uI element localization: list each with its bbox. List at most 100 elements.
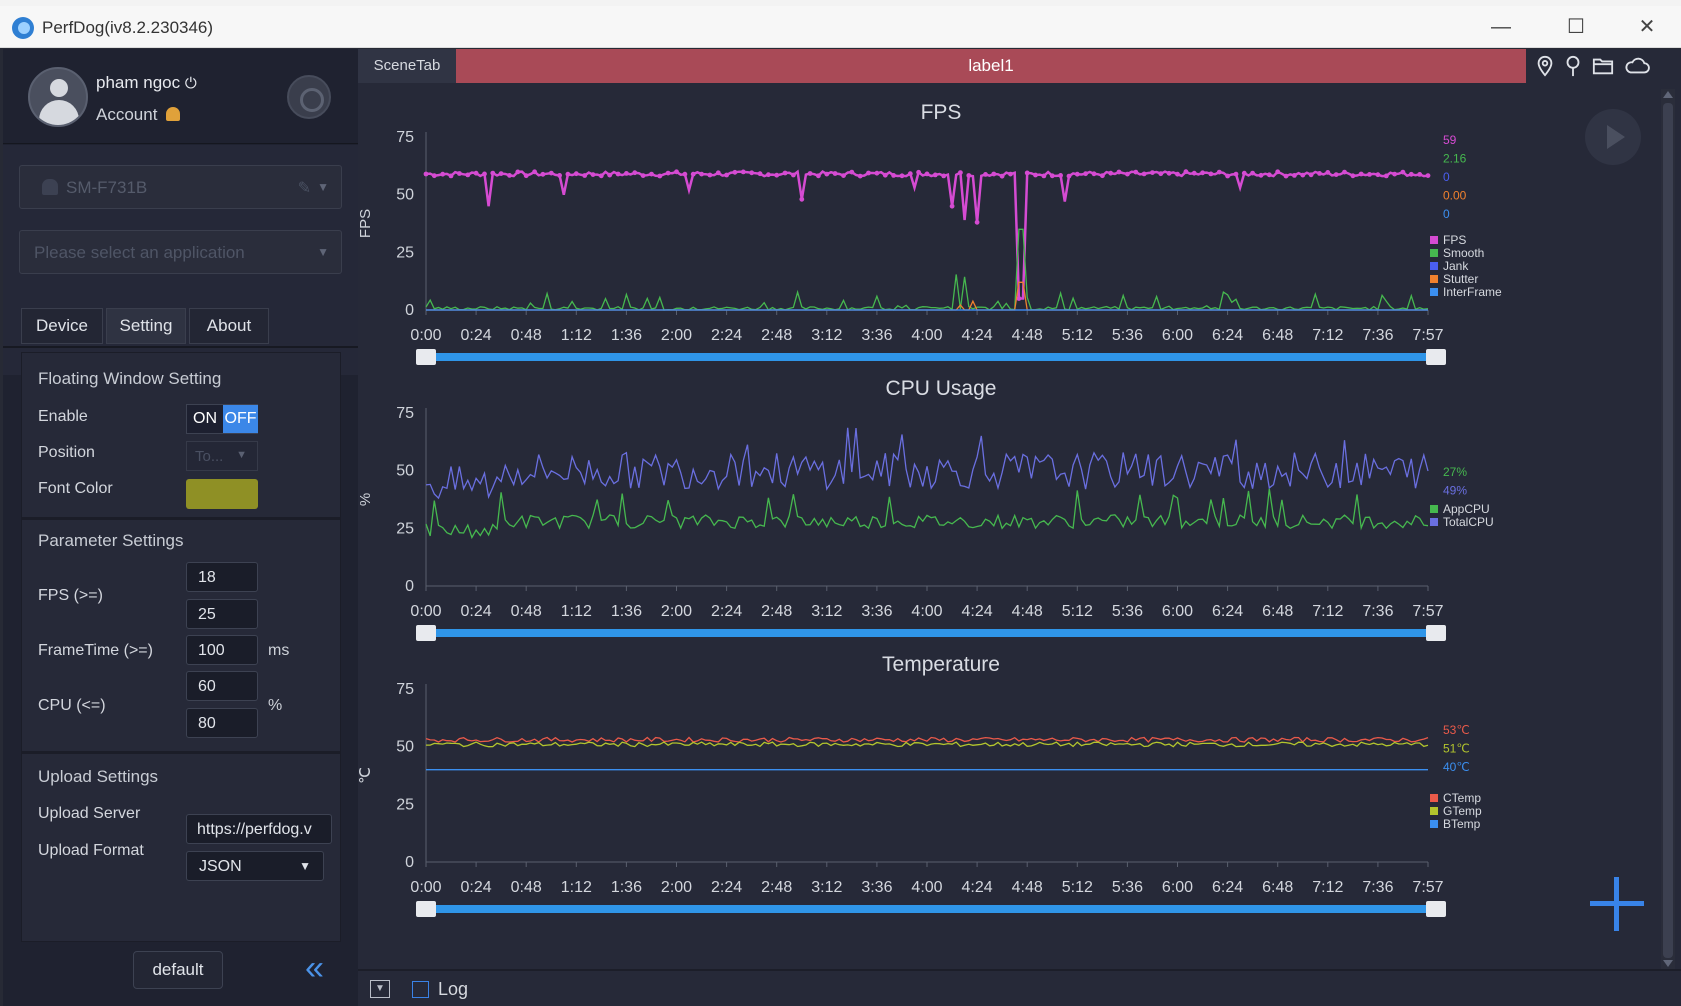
fps-point xyxy=(590,172,596,177)
pin-icon[interactable] xyxy=(1560,55,1586,79)
x-tick-label: 1:36 xyxy=(611,603,642,620)
fps-point xyxy=(1125,171,1130,177)
fps-point xyxy=(1400,169,1406,175)
fps-point xyxy=(899,173,905,179)
add-chart-button[interactable] xyxy=(1590,877,1644,931)
x-tick-label: 2:00 xyxy=(661,603,692,620)
default-button[interactable]: default xyxy=(133,951,223,989)
account-link[interactable]: Account xyxy=(96,105,181,125)
folder-icon[interactable] xyxy=(1590,55,1616,79)
toolbar xyxy=(1526,49,1681,83)
current-value: 51℃ xyxy=(1443,742,1470,756)
position-select[interactable]: To... ▼ xyxy=(186,441,258,471)
upload-server-input[interactable]: https://perfdog.v xyxy=(186,814,332,844)
upload-format-select[interactable]: JSON ▼ xyxy=(186,851,324,881)
fps-point xyxy=(740,169,746,175)
fps-point xyxy=(515,169,521,175)
power-icon[interactable]: ⏻ xyxy=(185,75,197,92)
fps-point xyxy=(674,169,679,175)
x-tick-label: 3:12 xyxy=(811,603,842,620)
cpu-threshold-1[interactable]: 60 xyxy=(186,671,258,701)
tab-setting[interactable]: Setting xyxy=(106,308,186,344)
avatar[interactable] xyxy=(28,67,88,127)
vertical-scrollbar[interactable] xyxy=(1661,89,1675,969)
fps-threshold-2[interactable]: 25 xyxy=(186,599,258,629)
play-button[interactable] xyxy=(1585,109,1641,165)
x-tick-label: 2:48 xyxy=(761,603,792,620)
fps-point xyxy=(607,172,613,178)
fps-point xyxy=(1325,170,1331,175)
record-button[interactable] xyxy=(287,75,331,119)
x-tick-label: 2:00 xyxy=(661,879,692,896)
fps-point xyxy=(473,170,479,176)
edit-icon[interactable]: ✎ xyxy=(298,178,311,198)
toggle-off[interactable]: OFF xyxy=(223,405,258,433)
legend-label: BTemp xyxy=(1443,817,1481,831)
fps-point xyxy=(624,171,629,176)
x-tick-label: 0:00 xyxy=(410,603,441,620)
tab-device[interactable]: Device xyxy=(21,308,103,344)
chevron-down-icon: ▼ xyxy=(317,245,329,259)
fps-point xyxy=(565,171,571,177)
tab-about[interactable]: About xyxy=(189,308,269,344)
frametime-input[interactable]: 100 xyxy=(186,635,258,665)
fps-point xyxy=(1383,173,1389,179)
x-tick-label: 0:48 xyxy=(511,327,542,344)
x-tick-label: 7:57 xyxy=(1412,879,1443,896)
current-value: 27% xyxy=(1443,465,1467,479)
font-color-swatch[interactable] xyxy=(186,479,258,509)
legend-label: CTemp xyxy=(1443,791,1481,805)
y-axis-label: % xyxy=(358,493,374,506)
fps-point xyxy=(966,173,972,178)
position-label: Position xyxy=(38,444,95,461)
label-bar[interactable]: label1 xyxy=(456,49,1526,83)
sidebar: pham ngoc ⏻ Account SM-F731B ✎ ▼ Please … xyxy=(3,49,358,1006)
expand-toggle-icon[interactable]: ▼ xyxy=(370,980,390,998)
fps-point xyxy=(498,171,504,176)
range-slider-right-handle xyxy=(1426,625,1446,641)
close-button[interactable]: ✕ xyxy=(1617,10,1677,44)
y-tick-label: 25 xyxy=(396,520,414,537)
fps-point xyxy=(1275,169,1281,175)
legend-label: AppCPU xyxy=(1443,502,1490,516)
maximize-button[interactable]: ☐ xyxy=(1546,10,1606,44)
fps-point xyxy=(1258,172,1264,178)
app-select[interactable]: Please select an application ▼ xyxy=(19,230,342,274)
log-checkbox[interactable] xyxy=(412,981,429,998)
location-pin-icon[interactable] xyxy=(1532,55,1558,79)
fps-point xyxy=(1350,173,1356,179)
fps-point xyxy=(423,171,429,177)
y-tick-label: 75 xyxy=(396,405,414,422)
settings-panel: Floating Window Setting Enable ON OFF Po… xyxy=(21,352,341,942)
cpu-threshold-2[interactable]: 80 xyxy=(186,708,258,738)
x-tick-label: 7:12 xyxy=(1312,327,1343,344)
fps-point xyxy=(974,219,980,225)
scene-tab[interactable]: SceneTab xyxy=(358,49,456,83)
user-name-text: pham ngoc xyxy=(96,73,181,92)
fps-point xyxy=(582,173,588,178)
current-value: 2.16 xyxy=(1443,152,1467,166)
device-select[interactable]: SM-F731B ✎ ▼ xyxy=(19,165,342,209)
legend-label: Jank xyxy=(1443,259,1469,273)
x-tick-label: 3:12 xyxy=(811,879,842,896)
scrollbar-thumb[interactable] xyxy=(1663,103,1673,958)
current-value: 53℃ xyxy=(1443,723,1470,737)
minimize-button[interactable]: — xyxy=(1471,10,1531,44)
cloud-icon[interactable] xyxy=(1622,55,1652,79)
upload-settings-title: Upload Settings xyxy=(38,767,159,786)
x-tick-label: 7:12 xyxy=(1312,879,1343,896)
fps-point xyxy=(1049,173,1055,179)
fps-point xyxy=(540,171,546,177)
toggle-on[interactable]: ON xyxy=(187,405,223,433)
y-tick-label: 50 xyxy=(396,463,414,480)
collapse-sidebar-icon[interactable]: « xyxy=(305,951,339,987)
fps-threshold-1[interactable]: 18 xyxy=(186,562,258,592)
fps-point xyxy=(1024,170,1030,176)
floating-window-toggle[interactable]: ON OFF xyxy=(186,404,258,434)
legend-swatch xyxy=(1430,820,1438,828)
series-line-smooth xyxy=(425,228,1429,311)
y-axis-label: ℃ xyxy=(358,767,374,784)
fps-point xyxy=(749,170,755,176)
y-axis-label: FPS xyxy=(358,209,374,238)
fps-point xyxy=(1066,173,1072,179)
